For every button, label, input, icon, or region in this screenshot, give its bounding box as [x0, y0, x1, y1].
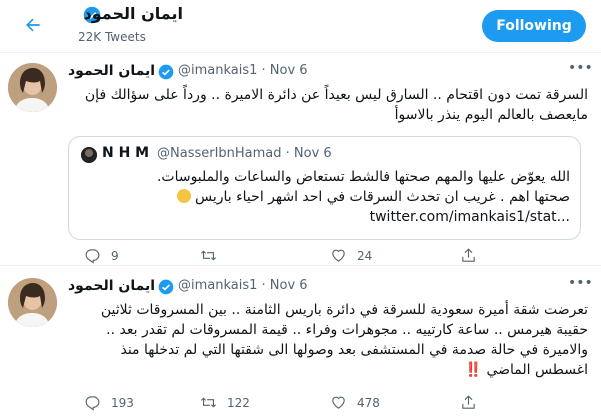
- tweet-actions: 193 122 478: [68, 394, 588, 414]
- tweet[interactable]: ايمان الحمود @imankais1 · Nov 6 ••• السر…: [0, 53, 601, 266]
- tweet-actions: 9 24: [68, 247, 588, 267]
- retweet-count: 122: [227, 395, 250, 410]
- tweet-handle-date[interactable]: @imankais1 · Nov 6: [178, 63, 308, 78]
- tweet-count: 22K Tweets: [78, 30, 146, 44]
- more-options-icon[interactable]: •••: [568, 60, 593, 80]
- tweet[interactable]: ايمان الحمود @imankais1 · Nov 6 ••• تعرض…: [0, 266, 601, 420]
- like-button[interactable]: 24: [330, 247, 372, 264]
- avatar[interactable]: [8, 63, 57, 112]
- heart-icon: [332, 396, 345, 409]
- tweet-author-name[interactable]: ايمان الحمود: [68, 63, 155, 79]
- profile-name: ايمان الحمود: [83, 4, 183, 23]
- retweet-icon: [201, 397, 216, 408]
- quoted-link[interactable]: twitter.com/imankais1/stat...: [80, 207, 570, 227]
- quoted-author-name: N H M: [102, 145, 150, 161]
- retweet-button[interactable]: [200, 247, 227, 264]
- tweet-text: تعرضت شقة أميرة سعودية للسرقة في دائرة ب…: [68, 300, 588, 380]
- reply-icon: [85, 249, 100, 264]
- quoted-handle-date: @NasserIbnHamad · Nov 6: [157, 146, 332, 161]
- quoted-text-line: صحتها اهم . غريب ان تحدث السرقات في احد …: [194, 189, 570, 205]
- following-button[interactable]: Following: [482, 10, 586, 42]
- thinking-face-icon: [176, 189, 191, 203]
- share-button[interactable]: [460, 247, 487, 264]
- tweet-text: السرقة تمت دون اقتحام .. السارق ليس بعيد…: [84, 87, 588, 123]
- verified-badge-icon: [158, 64, 174, 80]
- share-icon: [462, 395, 475, 409]
- reply-icon: [85, 396, 100, 411]
- like-count: 478: [357, 395, 380, 410]
- profile-header: ايمان الحمود 22K Tweets Following: [0, 0, 601, 53]
- quoted-text: الله يعوّض عليها والمهم صحتها فالشط تستع…: [80, 167, 570, 227]
- reply-button[interactable]: 9: [84, 247, 119, 264]
- share-icon: [462, 248, 475, 262]
- quoted-text-line: الله يعوّض عليها والمهم صحتها فالشط تستع…: [156, 169, 570, 185]
- reply-count: 193: [111, 395, 134, 410]
- avatar[interactable]: [8, 278, 57, 327]
- reply-button[interactable]: 193: [84, 394, 134, 411]
- quoted-avatar: [81, 147, 97, 163]
- tweet-header: ايمان الحمود @imankais1 · Nov 6 •••: [68, 60, 593, 83]
- heart-icon: [332, 249, 345, 262]
- tweet-handle-date[interactable]: @imankais1 · Nov 6: [178, 278, 308, 293]
- tweet-author-name[interactable]: ايمان الحمود: [68, 278, 155, 294]
- more-options-icon[interactable]: •••: [568, 275, 593, 295]
- quoted-tweet[interactable]: N H M @NasserIbnHamad · Nov 6 الله يعوّض…: [68, 136, 581, 240]
- tweet-text-body: تعرضت شقة أميرة سعودية للسرقة في دائرة ب…: [100, 302, 588, 378]
- retweet-button[interactable]: 122: [200, 394, 250, 411]
- double-exclamation-icon: ‼️: [464, 362, 482, 378]
- like-count: 24: [357, 248, 373, 263]
- reply-count: 9: [111, 248, 119, 263]
- verified-badge-icon: [158, 279, 174, 295]
- back-button[interactable]: [16, 8, 50, 42]
- tweet-header: ايمان الحمود @imankais1 · Nov 6 •••: [68, 275, 593, 298]
- like-button[interactable]: 478: [330, 394, 380, 411]
- back-arrow-icon: [26, 18, 40, 32]
- share-button[interactable]: [460, 394, 487, 411]
- retweet-icon: [201, 250, 216, 261]
